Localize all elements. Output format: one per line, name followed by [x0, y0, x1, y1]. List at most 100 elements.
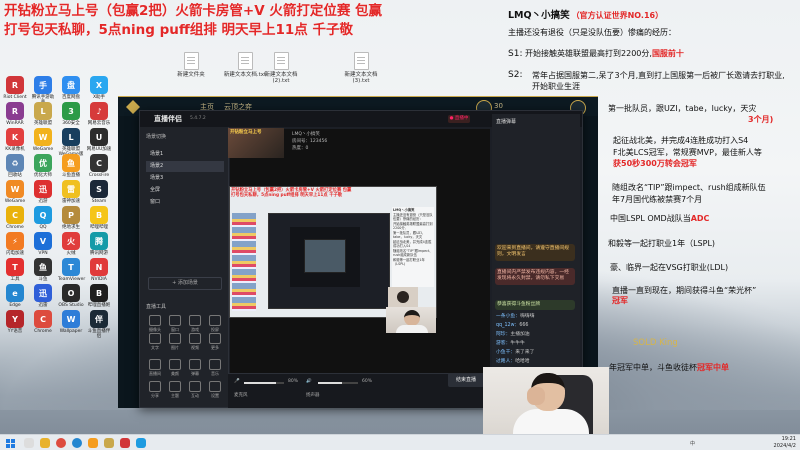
- speaker-icon[interactable]: 🔊: [306, 379, 312, 384]
- desktop-shortcut[interactable]: T TeamViewer: [58, 258, 85, 282]
- beauty-tool[interactable]: 美颜: [166, 359, 184, 377]
- desktop-shortcut[interactable]: P 绝地求生: [58, 206, 84, 230]
- desktop-shortcut[interactable]: 腾腾讯网游: [86, 232, 112, 256]
- desktop-file[interactable]: 新建文本文档(3).txt: [338, 52, 384, 84]
- chrome-icon[interactable]: [56, 438, 66, 448]
- desktop-shortcut[interactable]: 伴斗鱼直播伴侣: [86, 310, 112, 339]
- nested-banner: 开钻粉立马上号（包赢2把）火箭卡房管+V 火箭打定位赛 包赢 打号包天私聊，5点…: [231, 188, 352, 198]
- desktop-shortcut[interactable]: e Edge: [2, 284, 28, 308]
- desktop-shortcut[interactable]: W WeGame: [30, 128, 56, 152]
- desktop-shortcut[interactable]: S Steam: [86, 180, 112, 204]
- app-icon: 盘: [62, 76, 80, 94]
- qq-icon[interactable]: [136, 438, 146, 448]
- desktop-shortcut[interactable]: R WinRAR: [2, 102, 28, 126]
- shortcut-label: 斗鱼直播: [62, 173, 80, 178]
- desktop-shortcut[interactable]: Y YY语音: [2, 310, 28, 334]
- scene-item[interactable]: 窗口: [146, 197, 224, 208]
- info-title: LMQ丶小搞笑 （官方认证世界NO.16）: [508, 10, 664, 21]
- scene-item[interactable]: 场景3: [146, 173, 224, 184]
- edge-icon[interactable]: [72, 438, 82, 448]
- app-icon: e: [6, 284, 24, 302]
- add-scene-button[interactable]: + 添加场景: [148, 277, 222, 290]
- camera-tool[interactable]: 摄像头: [146, 315, 164, 333]
- desktop-shortcut[interactable]: 鱼斗鱼直播: [58, 154, 84, 178]
- desktop-shortcut[interactable]: T 工具: [2, 258, 28, 282]
- text-tool[interactable]: 文字: [146, 333, 164, 351]
- settings-tool[interactable]: 设置: [206, 381, 224, 399]
- danmu-tab[interactable]: 直播弹幕: [496, 118, 516, 125]
- info-last: 年冠军中单，斗鱼收徒杯冠军中单: [609, 363, 729, 372]
- desktop-shortcut[interactable]: ♻ 回收站: [2, 154, 28, 178]
- share-tool[interactable]: 分享: [146, 381, 164, 399]
- desktop-shortcut[interactable]: ⚡ 闪电加速: [2, 232, 28, 256]
- riot-icon[interactable]: [120, 438, 130, 448]
- desktop-file[interactable]: 新建文本文档(2).txt: [258, 52, 304, 84]
- more-tool[interactable]: 更多: [206, 333, 224, 351]
- folder-icon: [183, 52, 199, 70]
- scene-panel: 场景切换 场景1 场景2 场景3 全屏 窗口 + 添加场景 直播工具 摄像头 窗…: [140, 127, 229, 407]
- desktop-shortcut[interactable]: 火火绒: [58, 232, 84, 256]
- app-icon: 鱼: [34, 258, 52, 276]
- desktop-shortcut[interactable]: W Wallpaper: [58, 310, 84, 334]
- desktop-shortcut[interactable]: B 哔哩直播姬: [86, 284, 112, 308]
- desktop-shortcut[interactable]: N NVIDIA: [86, 258, 112, 282]
- app-icon: T: [62, 258, 80, 276]
- desktop-shortcut[interactable]: C Chrome: [2, 206, 28, 230]
- desktop-shortcut[interactable]: C CrossFire: [86, 154, 112, 178]
- cast-tool[interactable]: 投屏: [206, 315, 224, 333]
- desktop-shortcut[interactable]: B 哔哩哔哩: [86, 206, 112, 230]
- scene-item[interactable]: 全屏: [146, 185, 224, 196]
- game-tool[interactable]: 游戏: [186, 315, 204, 333]
- image-tool[interactable]: 图片: [166, 333, 184, 351]
- music-tool[interactable]: 音乐: [206, 359, 224, 377]
- desktop-shortcut[interactable]: 迅迅游: [30, 180, 56, 204]
- desktop-shortcut[interactable]: 手腾讯手游助手: [30, 76, 56, 105]
- search-icon[interactable]: [24, 438, 34, 448]
- windows-start-icon[interactable]: [6, 439, 15, 448]
- ime-indicator[interactable]: 中: [690, 440, 695, 447]
- desktop-shortcut[interactable]: 鱼斗鱼: [30, 258, 56, 282]
- video-tool[interactable]: 视频: [186, 333, 204, 351]
- desktop-file[interactable]: 新建文件夹: [168, 52, 214, 78]
- desktop-shortcut[interactable]: V VPN: [30, 232, 56, 256]
- file-explorer-icon[interactable]: [40, 438, 50, 448]
- app-icon: X: [90, 76, 108, 94]
- desktop-shortcut[interactable]: L 英雄联盟: [30, 102, 56, 126]
- system-clock[interactable]: 19:21 2024/4/2: [764, 436, 796, 449]
- desktop-shortcut[interactable]: X X助手: [86, 76, 112, 100]
- desktop-shortcut[interactable]: C Chrome: [30, 310, 56, 334]
- shortcut-label: WeGame: [4, 199, 26, 204]
- desktop-shortcut[interactable]: 优优化大师: [30, 154, 56, 178]
- interact-tool[interactable]: 互动: [186, 381, 204, 399]
- desktop-shortcut[interactable]: 盘百度网盘: [58, 76, 84, 100]
- desktop-shortcut[interactable]: 雷雷神加速: [58, 180, 84, 204]
- desktop-shortcut[interactable]: L英雄联盟WeGame版: [58, 128, 84, 157]
- info-s7: 和毅等一起打职业1年（LSPL): [608, 239, 716, 248]
- theme-tool[interactable]: 主题: [166, 381, 184, 399]
- douyu-icon[interactable]: [88, 438, 98, 448]
- room-tool[interactable]: 直播间: [146, 359, 164, 377]
- speaker-slider[interactable]: [318, 382, 358, 384]
- desktop-shortcut[interactable]: 迅迅雷: [30, 284, 56, 308]
- danmu-tool[interactable]: 弹幕: [186, 359, 204, 377]
- desktop-shortcut[interactable]: Q QQ: [30, 206, 56, 230]
- desktop-shortcut[interactable]: R Riot Client: [2, 76, 28, 100]
- chat-icon: [189, 359, 201, 370]
- scene-item[interactable]: 场景2: [146, 161, 224, 172]
- end-live-button[interactable]: 结束直播: [448, 373, 484, 387]
- desktop-shortcut[interactable]: O OBS Studio: [58, 284, 84, 308]
- info-s3: 第一批队员，跟UZI，tabe，lucky，天灾: [608, 104, 757, 113]
- scene-item[interactable]: 场景1: [146, 149, 224, 160]
- shortcut-label: 百度网盘: [62, 95, 80, 100]
- desktop-shortcut[interactable]: ♪ 网易云音乐: [86, 102, 112, 126]
- shortcut-label: 腾讯网游: [90, 251, 108, 256]
- mic-slider[interactable]: [244, 382, 284, 384]
- mic-icon[interactable]: 🎤: [234, 379, 240, 384]
- lol-taskbar-icon[interactable]: [104, 438, 114, 448]
- window-tool[interactable]: 窗口: [166, 315, 184, 333]
- desktop-shortcut[interactable]: K KK录像机: [2, 128, 28, 152]
- desktop-shortcut[interactable]: 3 360安全: [58, 102, 84, 126]
- desktop-shortcut[interactable]: W WeGame: [2, 180, 28, 204]
- lol-logo-icon: [126, 100, 140, 114]
- desktop-shortcut[interactable]: U 网易UU加速: [86, 128, 112, 152]
